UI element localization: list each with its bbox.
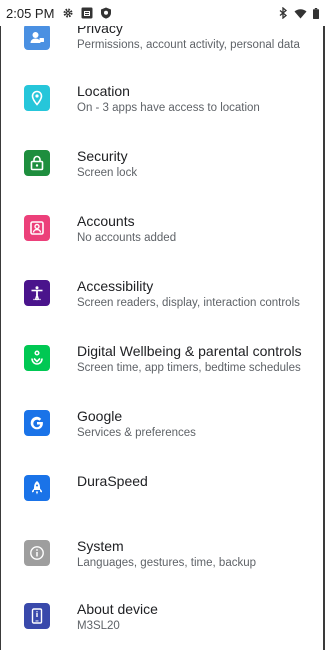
settings-item-subtitle: Screen readers, display, interaction con… (77, 297, 300, 309)
settings-item-accessibility[interactable]: Accessibility Screen readers, display, i… (0, 270, 325, 334)
settings-item-duraspeed[interactable]: DuraSpeed (0, 465, 325, 529)
shield-icon (100, 7, 112, 19)
settings-item-security[interactable]: Security Screen lock (0, 140, 325, 204)
settings-item-title: System (77, 538, 124, 554)
privacy-icon (24, 24, 50, 50)
settings-item-about-device[interactable]: About device M3SL20 (0, 593, 325, 657)
info-icon (24, 540, 50, 566)
settings-item-subtitle: Screen lock (77, 167, 138, 179)
settings-item-subtitle: M3SL20 (77, 620, 120, 632)
settings-item-subtitle: Services & preferences (77, 427, 196, 439)
rocket-icon (24, 475, 50, 501)
settings-item-subtitle: Languages, gestures, time, backup (77, 557, 257, 569)
gear-icon (62, 7, 74, 19)
settings-item-title: DuraSpeed (77, 473, 148, 489)
status-bar: 2:05 PM (0, 0, 325, 26)
settings-item-digital-wellbeing[interactable]: Digital Wellbeing & parental controls Sc… (0, 335, 325, 399)
settings-item-subtitle: No accounts added (77, 232, 177, 244)
battery-icon (313, 7, 319, 19)
settings-item-title: Accessibility (77, 278, 154, 294)
settings-item-system[interactable]: System Languages, gestures, time, backup (0, 530, 325, 594)
settings-item-accounts[interactable]: Accounts No accounts added (0, 205, 325, 269)
wellbeing-icon (24, 345, 50, 371)
accessibility-icon (24, 280, 50, 306)
settings-item-title: Security (77, 148, 128, 164)
settings-item-subtitle: Screen time, app timers, bedtime schedul… (77, 362, 301, 374)
settings-item-title: Google (77, 408, 123, 424)
settings-item-title: About device (77, 601, 158, 617)
settings-item-title: Location (77, 83, 130, 99)
google-icon (24, 410, 50, 436)
settings-item-subtitle: Permissions, account activity, personal … (77, 39, 300, 51)
image-notification-icon (81, 7, 93, 19)
settings-item-title: Accounts (77, 213, 135, 229)
settings-item-subtitle: On - 3 apps have access to location (77, 102, 260, 114)
settings-item-location[interactable]: Location On - 3 apps have access to loca… (0, 75, 325, 139)
wifi-icon (294, 8, 307, 19)
settings-item-title: Digital Wellbeing & parental controls (77, 343, 302, 359)
settings-item-google[interactable]: Google Services & preferences (0, 400, 325, 464)
account-icon (24, 215, 50, 241)
bluetooth-icon (279, 7, 288, 19)
status-time: 2:05 PM (6, 5, 55, 21)
lock-icon (24, 150, 50, 176)
phone-icon (24, 603, 50, 629)
location-icon (24, 85, 50, 111)
